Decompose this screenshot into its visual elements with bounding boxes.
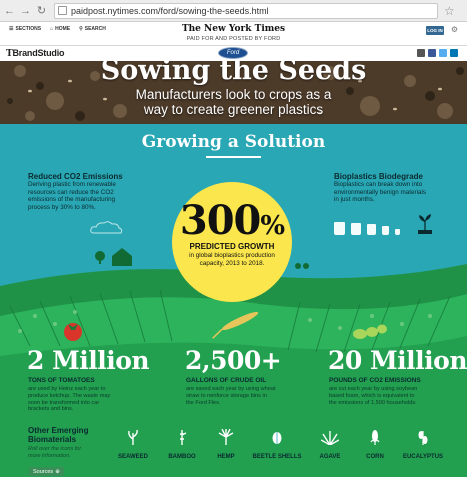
plant-eucalyptus[interactable]: EUCALYPTUS — [393, 429, 453, 460]
growth-label: PREDICTED GROWTH — [189, 242, 275, 251]
forward-arrow-icon[interactable]: → — [19, 4, 32, 18]
linkedin-icon[interactable] — [450, 49, 458, 57]
ford-logo[interactable]: Ford — [218, 47, 248, 59]
back-arrow-icon[interactable]: ← — [3, 4, 16, 18]
stat-co2-label: POUNDS OF CO2 EMISSIONS — [329, 377, 421, 384]
biodegrade-block-text: Bioplastics can break down into environm… — [334, 181, 427, 203]
brand-studio-bar: TBrandStudio Ford — [0, 46, 467, 61]
hero-subtitle: Manufacturers look to crops as a way to … — [135, 87, 332, 117]
infographic: Growing a Solution Reduced CO2 Emissions… — [0, 124, 467, 477]
login-button[interactable]: LOG IN — [426, 26, 444, 35]
hero-title: Sowing the Seeds — [100, 61, 367, 86]
facebook-icon[interactable] — [428, 49, 436, 57]
brand-studio-logo[interactable]: TBrandStudio — [6, 48, 64, 59]
nyt-header: ☰ SECTIONS ⌂ HOME ⚲ SEARCH The New York Tim… — [0, 22, 467, 46]
stat-tomatoes-text: are used by Heinz each year to produce k… — [28, 386, 111, 413]
twitter-icon[interactable] — [439, 49, 447, 57]
bookmark-star-icon[interactable]: ☆ — [444, 4, 455, 18]
growth-value: 300% — [179, 197, 285, 244]
address-bar[interactable]: paidpost.nytimes.com/ford/sowing-the-see… — [54, 2, 438, 19]
hero-banner: Sowing the Seeds Manufacturers look to c… — [0, 61, 467, 124]
page-icon — [58, 6, 67, 15]
plant-beetle-shells[interactable]: BEETLE SHELLS — [247, 429, 307, 460]
co2-block-title: Reduced CO2 Emissions — [28, 172, 123, 181]
stat-tomatoes-value: 2 Million — [27, 346, 150, 375]
stat-co2-value: 20 Million — [328, 346, 467, 375]
growth-text: in global bioplastics production capacit… — [189, 252, 275, 267]
gear-icon[interactable]: ⚙ — [451, 25, 458, 34]
url-text: paidpost.nytimes.com/ford/sowing-the-see… — [71, 5, 269, 16]
email-icon[interactable] — [417, 49, 425, 57]
nyt-logo[interactable]: The New York Times — [0, 24, 467, 34]
cups-icon — [334, 222, 400, 235]
stat-tomatoes-label: TONS OF TOMATOES — [28, 377, 95, 384]
heading-divider — [206, 156, 261, 158]
eucalyptus-icon — [393, 429, 453, 445]
sprout-icon — [418, 214, 432, 234]
co2-block-text: Deriving plastic from renewable resource… — [28, 181, 116, 211]
other-biomaterials-title: Other Emerging Biomaterials — [28, 426, 89, 444]
other-biomaterials-hint: Roll over the icons for more information… — [28, 446, 82, 459]
plus-circle-icon: ⊕ — [55, 468, 60, 475]
reload-icon[interactable]: ↻ — [35, 4, 48, 18]
stat-crude-oil-text: are saved each year by using wheat straw… — [186, 386, 276, 406]
stat-co2-text: are cut each year by using soybean based… — [329, 386, 418, 406]
stat-crude-oil-label: GALLONS OF CRUDE OIL — [186, 377, 267, 384]
cloud-icon — [90, 221, 123, 234]
biodegrade-block-title: Bioplastics Biodegrade — [334, 172, 423, 181]
share-icons — [417, 49, 458, 57]
stat-crude-oil-value: 2,500+ — [185, 346, 282, 375]
paid-post-label: PAID FOR AND POSTED BY FORD — [186, 36, 281, 42]
infographic-heading: Growing a Solution — [141, 132, 326, 152]
browser-toolbar: ← → ↻ paidpost.nytimes.com/ford/sowing-t… — [0, 0, 467, 22]
sources-button[interactable]: Sources ⊕ — [29, 467, 64, 476]
beetle-icon — [247, 429, 307, 445]
